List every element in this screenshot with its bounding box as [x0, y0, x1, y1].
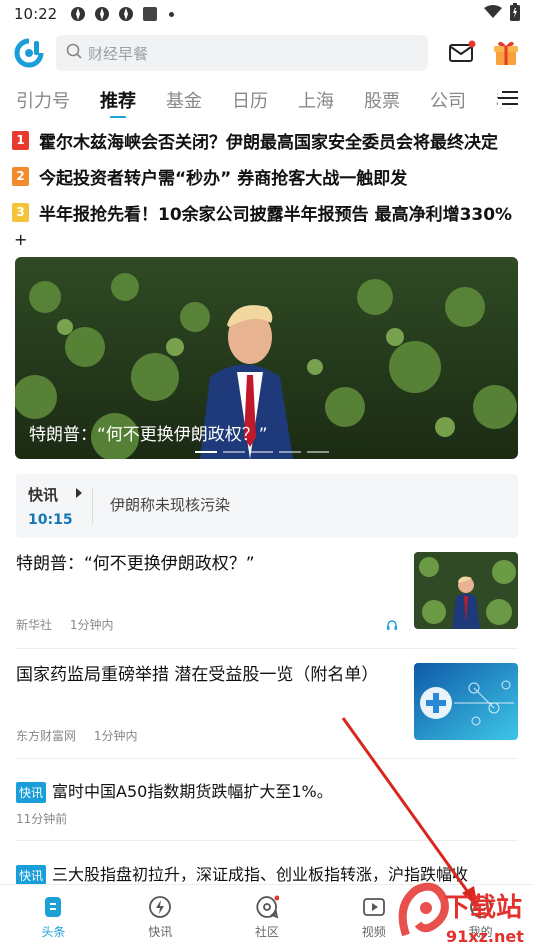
watermark-title: 下载站	[444, 893, 522, 923]
tab-item[interactable]: 上海	[298, 87, 334, 113]
tab-item[interactable]: 公司	[430, 87, 466, 113]
divider	[16, 840, 518, 841]
news-source: 新华社	[16, 618, 53, 632]
hot-news-title: 今起投资者转户需“秒办” 券商抢客大战一触即发	[39, 168, 408, 189]
app-notification-icon	[93, 5, 111, 23]
news-source: 东方财富网	[16, 729, 77, 743]
flash-news-text: 富时中国A50指数期货跌幅扩大至1%。	[52, 782, 333, 801]
nav-flash[interactable]: 快讯	[107, 885, 214, 950]
hot-news-list: 1 霍尔木兹海峡会否关闭？伊朗最高国家安全委员会将最终决定 2 今起投资者转户需…	[12, 122, 524, 252]
flash-news-item[interactable]: 快讯 富时中国A50指数期货跌幅扩大至1%。	[16, 778, 526, 803]
top-header: 财经早餐	[0, 33, 534, 73]
app-notification-icon	[117, 5, 135, 23]
flash-arrow-icon	[76, 488, 82, 498]
flash-news-time: 11分钟前	[16, 812, 68, 826]
news-title: 特朗普：“何不更换伊朗政权？”	[16, 554, 255, 574]
flash-tag: 快讯	[16, 782, 47, 803]
hot-news-title: 半年报抢先看！10余家公司披露半年报预告 最高净利增330%	[39, 204, 513, 225]
nav-label: 社区	[254, 925, 279, 939]
lightning-icon	[148, 895, 172, 919]
status-bar: 10:22	[0, 0, 534, 28]
news-item[interactable]: 特朗普：“何不更换伊朗政权？” 新华社 1分钟内	[16, 552, 518, 632]
featured-banner[interactable]: 特朗普：“何不更换伊朗政权？”	[15, 257, 518, 459]
hot-news-title: 霍尔木兹海峡会否关闭？伊朗最高国家安全委员会将最终决定	[39, 132, 498, 153]
flash-time: 10:15	[28, 512, 73, 528]
tab-item[interactable]: 推荐	[100, 87, 136, 118]
divider	[16, 758, 518, 759]
tab-item[interactable]: 股票	[364, 87, 400, 113]
tab-item[interactable]: 日历	[232, 87, 268, 113]
flash-news-card[interactable]: 快讯 10:15 伊朗称未现核污染	[16, 474, 518, 538]
more-notifications-dot	[169, 11, 175, 17]
news-meta: 东方财富网 1分钟内	[16, 727, 151, 744]
news-thumbnail	[414, 663, 518, 740]
community-icon	[255, 895, 280, 919]
nav-label: 头条	[41, 925, 66, 939]
news-time: 1分钟内	[69, 618, 114, 632]
nav-label: 视频	[361, 925, 386, 939]
news-thumbnail	[414, 552, 518, 629]
headphone-icon[interactable]	[386, 616, 398, 635]
divider	[16, 648, 518, 649]
status-time: 10:22	[14, 5, 58, 23]
watermark-logo: 下载站 91xz.net	[396, 880, 534, 950]
app-notification-icon	[69, 5, 87, 23]
channel-tabs: 引力号推荐基金日历上海股票公司科	[0, 82, 534, 118]
banner-caption: 特朗普：“何不更换伊朗政权？”	[29, 425, 268, 445]
search-icon	[66, 43, 82, 63]
hot-news-item[interactable]: 3 半年报抢先看！10余家公司披露半年报预告 最高净利增330%	[12, 194, 524, 230]
nav-headlines[interactable]: 头条	[0, 885, 107, 950]
flash-label: 快讯	[28, 486, 59, 504]
headlines-icon	[41, 895, 65, 919]
hot-news-item[interactable]: 1 霍尔木兹海峡会否关闭？伊朗最高国家安全委员会将最终决定	[12, 122, 524, 158]
wifi-icon	[484, 5, 502, 23]
carousel-indicator	[195, 451, 329, 453]
channel-menu-icon[interactable]	[498, 88, 520, 108]
gift-icon[interactable]	[492, 39, 520, 67]
news-item[interactable]: 国家药监局重磅举措 潜在受益股一览（附名单） 东方财富网 1分钟内	[16, 663, 518, 743]
flash-text: 伊朗称未现核污染	[110, 496, 231, 514]
tab-item[interactable]: 引力号	[16, 87, 70, 113]
search-input[interactable]: 财经早餐	[56, 35, 428, 71]
nav-community[interactable]: 社区	[214, 885, 321, 950]
rank-badge: 2	[12, 166, 29, 186]
watermark-url: 91xz.net	[446, 927, 524, 946]
hot-news-item[interactable]: 2 今起投资者转户需“秒办” 券商抢客大战一触即发	[12, 158, 524, 194]
flash-tag: 快讯	[16, 865, 47, 886]
video-icon	[362, 895, 386, 919]
mail-icon[interactable]	[448, 39, 476, 67]
app-notification-icon	[141, 5, 159, 23]
tab-item[interactable]: 基金	[166, 87, 202, 113]
news-title: 国家药监局重磅举措 潜在受益股一览（附名单）	[16, 665, 379, 685]
rank-badge: 3	[12, 202, 29, 222]
battery-icon	[510, 3, 520, 25]
hot-news-more[interactable]: +	[14, 230, 27, 249]
search-placeholder: 财经早餐	[88, 44, 149, 63]
app-logo-icon[interactable]	[14, 38, 44, 68]
rank-badge: 1	[12, 130, 29, 150]
news-time: 1分钟内	[93, 729, 138, 743]
nav-label: 快讯	[148, 925, 173, 939]
news-meta: 新华社 1分钟内	[16, 616, 127, 633]
